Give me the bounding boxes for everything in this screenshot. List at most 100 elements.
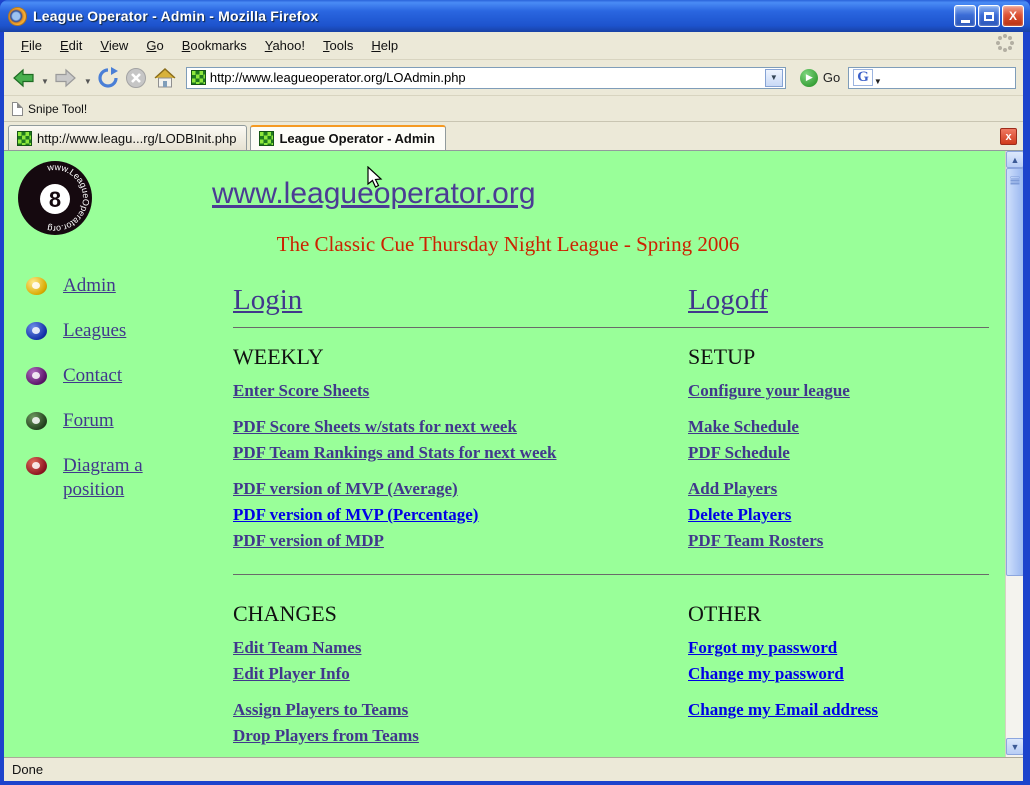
vertical-scrollbar[interactable]: ▲ ▼ xyxy=(1005,151,1023,757)
close-button[interactable]: X xyxy=(1002,5,1024,27)
home-button[interactable] xyxy=(152,66,178,90)
go-button[interactable]: ▶ Go xyxy=(800,69,840,87)
browser-viewport: www.LeagueOperator.org 8 Admin Leagues C… xyxy=(4,151,1023,757)
link-edit-team-names[interactable]: Edit Team Names xyxy=(233,638,361,657)
tab-close-button[interactable]: x xyxy=(1000,128,1017,145)
search-input[interactable]: G ▼ xyxy=(848,67,1016,89)
link-assign-players[interactable]: Assign Players to Teams xyxy=(233,700,408,719)
link-pdf-mvp-average[interactable]: PDF version of MVP (Average) xyxy=(233,479,458,498)
other-section: OTHER Forgot my password Change my passw… xyxy=(688,597,999,757)
divider xyxy=(233,574,989,575)
menu-file[interactable]: File xyxy=(12,34,51,57)
reload-icon xyxy=(96,66,120,90)
address-url[interactable]: http://www.leagueoperator.org/LOAdmin.ph… xyxy=(210,70,765,85)
changes-title: CHANGES xyxy=(233,601,688,627)
status-bar: Done xyxy=(4,757,1023,781)
weekly-title: WEEKLY xyxy=(233,344,688,370)
sidebar-item-admin[interactable]: Admin xyxy=(26,274,204,298)
navigation-toolbar: ▼ ▼ http://www.leagueoperator.org/LOAdmi… xyxy=(4,60,1023,96)
tab-bar: http://www.leagu...rg/LODBInit.php Leagu… xyxy=(4,122,1023,151)
login-link[interactable]: Login xyxy=(233,284,302,316)
link-drop-players[interactable]: Drop Players from Teams xyxy=(233,726,419,745)
tab-favicon xyxy=(17,131,32,146)
bookmark-snipe-tool[interactable]: Snipe Tool! xyxy=(28,102,87,116)
back-dropdown-icon[interactable]: ▼ xyxy=(41,77,49,86)
scrollbar-thumb[interactable] xyxy=(1006,168,1023,576)
forward-button[interactable] xyxy=(53,66,79,90)
sidebar-item-contact[interactable]: Contact xyxy=(26,364,204,388)
title-bar: League Operator - Admin - Mozilla Firefo… xyxy=(0,0,1030,32)
menu-edit[interactable]: Edit xyxy=(51,34,91,57)
mouse-cursor xyxy=(366,166,384,190)
scroll-down-icon[interactable]: ▼ xyxy=(1006,738,1023,755)
blue-pool-ball-icon xyxy=(26,322,47,340)
google-icon[interactable]: G xyxy=(853,69,873,86)
throbber-icon xyxy=(995,33,1015,58)
red-pool-ball-icon xyxy=(26,457,47,475)
menu-bookmarks[interactable]: Bookmarks xyxy=(173,34,256,57)
link-delete-players[interactable]: Delete Players xyxy=(688,505,791,524)
address-bar[interactable]: http://www.leagueoperator.org/LOAdmin.ph… xyxy=(186,67,786,89)
link-forgot-password[interactable]: Forgot my password xyxy=(688,638,837,657)
firefox-icon xyxy=(8,7,27,26)
window-title: League Operator - Admin - Mozilla Firefo… xyxy=(33,8,954,24)
link-pdf-team-rosters[interactable]: PDF Team Rosters xyxy=(688,531,823,550)
sidebar-link-leagues[interactable]: Leagues xyxy=(63,319,157,343)
link-change-email[interactable]: Change my Email address xyxy=(688,700,878,719)
link-pdf-team-rankings[interactable]: PDF Team Rankings and Stats for next wee… xyxy=(233,443,557,462)
setup-section: SETUP Configure your league Make Schedul… xyxy=(688,340,999,564)
home-icon xyxy=(152,66,178,90)
menu-help[interactable]: Help xyxy=(362,34,407,57)
forward-dropdown-icon[interactable]: ▼ xyxy=(84,77,92,86)
yellow-pool-ball-icon xyxy=(26,277,47,295)
sidebar-item-diagram-a-position[interactable]: Diagram a position xyxy=(26,454,204,502)
tab-league-operator-admin[interactable]: League Operator - Admin xyxy=(250,125,446,150)
menu-go[interactable]: Go xyxy=(137,34,172,57)
sidebar-link-contact[interactable]: Contact xyxy=(63,364,157,388)
logoff-link[interactable]: Logoff xyxy=(688,284,768,316)
changes-section: CHANGES Edit Team Names Edit Player Info… xyxy=(208,597,688,757)
sidebar-item-leagues[interactable]: Leagues xyxy=(26,319,204,343)
reload-button[interactable] xyxy=(96,66,120,90)
minimize-button[interactable] xyxy=(954,5,976,27)
eight-ball-logo: www.LeagueOperator.org 8 xyxy=(16,159,94,237)
maximize-button[interactable] xyxy=(978,5,1000,27)
other-title: OTHER xyxy=(688,601,999,627)
link-pdf-score-sheets[interactable]: PDF Score Sheets w/stats for next week xyxy=(233,417,517,436)
menu-view[interactable]: View xyxy=(91,34,137,57)
link-add-players[interactable]: Add Players xyxy=(688,479,777,498)
address-dropdown-icon[interactable]: ▼ xyxy=(765,69,783,87)
stop-icon xyxy=(124,66,148,90)
menu-tools[interactable]: Tools xyxy=(314,34,362,57)
setup-title: SETUP xyxy=(688,344,999,370)
page-content: www.LeagueOperator.org 8 Admin Leagues C… xyxy=(4,151,1005,757)
link-edit-player-info[interactable]: Edit Player Info xyxy=(233,664,350,683)
menu-yahoo[interactable]: Yahoo! xyxy=(256,34,314,57)
purple-pool-ball-icon xyxy=(26,367,47,385)
sidebar-link-diagram-a-position[interactable]: Diagram a position xyxy=(63,454,157,502)
forward-arrow-icon xyxy=(53,66,79,90)
link-make-schedule[interactable]: Make Schedule xyxy=(688,417,799,436)
sidebar-nav: Admin Leagues Contact Forum Diagram a po… xyxy=(14,274,204,502)
link-pdf-mdp[interactable]: PDF version of MDP xyxy=(233,531,384,550)
link-change-password[interactable]: Change my password xyxy=(688,664,844,683)
link-enter-score-sheets[interactable]: Enter Score Sheets xyxy=(233,381,369,400)
status-text: Done xyxy=(12,762,43,777)
weekly-section: WEEKLY Enter Score Sheets PDF Score Shee… xyxy=(208,340,688,564)
back-button[interactable] xyxy=(10,66,36,90)
search-engine-dropdown-icon[interactable]: ▼ xyxy=(874,77,882,86)
sidebar-item-forum[interactable]: Forum xyxy=(26,409,204,433)
scroll-up-icon[interactable]: ▲ xyxy=(1006,151,1023,168)
link-pdf-schedule[interactable]: PDF Schedule xyxy=(688,443,790,462)
link-pdf-mvp-percentage[interactable]: PDF version of MVP (Percentage) xyxy=(233,505,478,524)
divider xyxy=(233,327,989,328)
league-subtitle: The Classic Cue Thursday Night League - … xyxy=(208,232,808,257)
sidebar-link-admin[interactable]: Admin xyxy=(63,274,157,298)
site-favicon xyxy=(191,70,206,85)
stop-button[interactable] xyxy=(124,66,148,90)
menu-bar: File Edit View Go Bookmarks Yahoo! Tools… xyxy=(4,32,1023,60)
link-configure-league[interactable]: Configure your league xyxy=(688,381,850,400)
sidebar: www.LeagueOperator.org 8 Admin Leagues C… xyxy=(14,159,204,523)
sidebar-link-forum[interactable]: Forum xyxy=(63,409,157,433)
tab-lodbinit[interactable]: http://www.leagu...rg/LODBInit.php xyxy=(8,125,247,150)
